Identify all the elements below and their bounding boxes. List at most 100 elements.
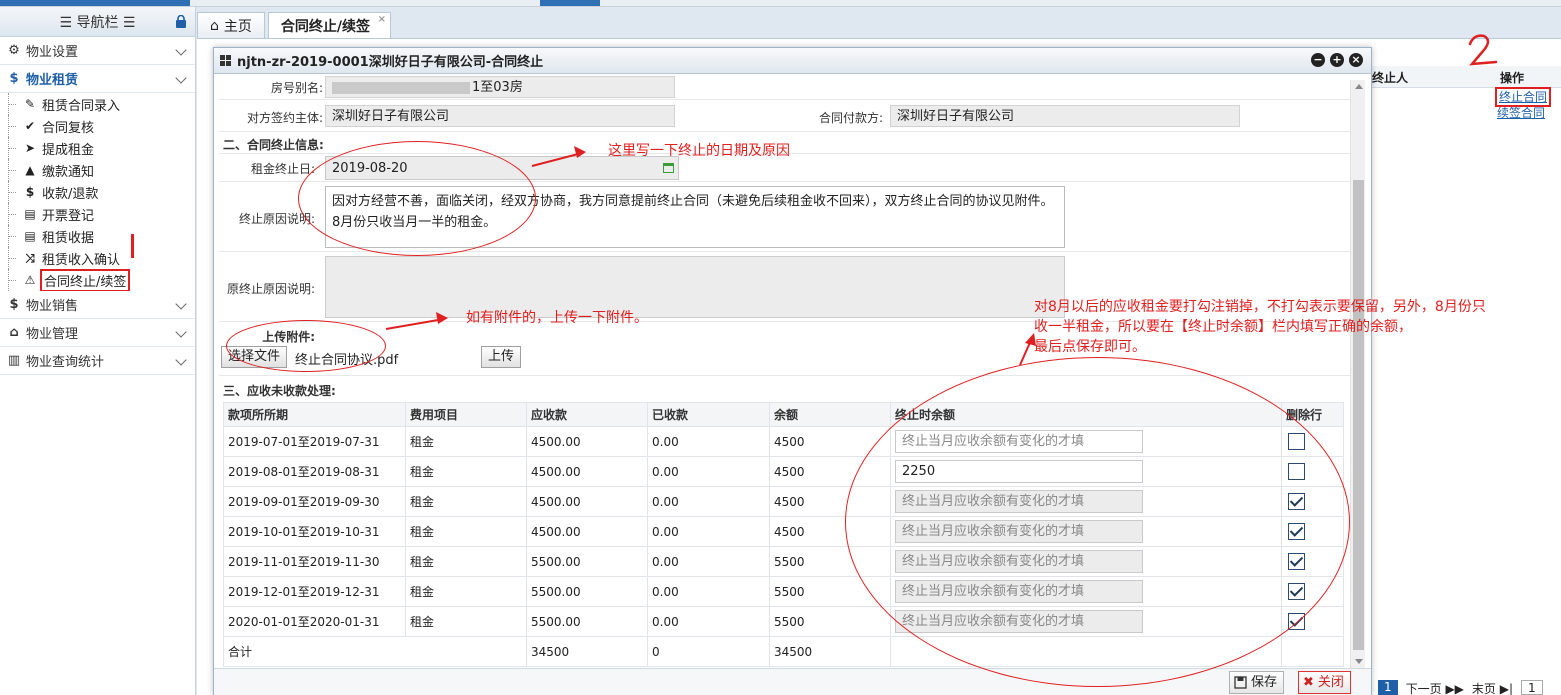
gear-icon: ⚙: [8, 43, 20, 58]
dollar-icon: $: [9, 297, 19, 312]
tab-home[interactable]: ⌂ 主页: [197, 12, 265, 38]
close-button[interactable]: ✖ 关闭: [1298, 671, 1351, 694]
chevron-down-icon: [175, 354, 187, 366]
payer-field: 深圳好日子有限公司: [890, 105, 1240, 127]
sidebar-item-contract-terminate[interactable]: ⚠ 合同终止/续签: [8, 268, 195, 292]
menu-group-label: 物业设置: [26, 45, 79, 60]
save-icon: [1234, 676, 1247, 689]
file-icon: ▤: [24, 229, 36, 243]
scroll-thumb[interactable]: [1353, 180, 1364, 650]
menu-group-management[interactable]: ⌂ 物业管理: [0, 319, 195, 347]
file-icon: ▤: [24, 207, 36, 221]
row-room-alias: 房号别名: 1至03房: [219, 76, 1350, 100]
due-cell: 4500.00: [526, 456, 648, 487]
room-alias-field: 1至03房: [325, 76, 675, 98]
period-cell: 2019-11-01至2019-11-30: [223, 546, 406, 577]
paid-cell: 0.00: [647, 426, 770, 457]
sidebar-item-contract-review[interactable]: ✔ 合同复核: [8, 115, 195, 137]
row-counterparty: 对方签约主体: 深圳好日子有限公司 合同付款方: 深圳好日子有限公司: [219, 100, 1350, 132]
period-cell: 2019-10-01至2019-10-31: [223, 516, 406, 547]
leasing-submenu: ✎ 租赁合同录入 ✔ 合同复核 ➤ 提成租金 ▲ 缴款通知 $ 收款/退款 ▤ 开票登记 ▤…: [0, 93, 195, 292]
shuffle-icon: ⤨: [25, 250, 35, 265]
sidebar-item-receipt-refund[interactable]: $ 收款/退款: [8, 181, 195, 203]
due-cell: 4500.00: [526, 486, 648, 517]
maximize-icon[interactable]: +: [1330, 53, 1344, 67]
item-cell: 租金: [405, 426, 527, 457]
page-last[interactable]: 末页 ▶|: [1472, 680, 1513, 695]
pencil-icon: ✎: [24, 97, 36, 111]
due-cell: 5500.00: [526, 576, 648, 607]
item-cell: 租金: [405, 546, 527, 577]
page-input[interactable]: 1: [1521, 680, 1543, 695]
annotation-mark: [131, 234, 134, 258]
check-icon: ✔: [24, 119, 36, 133]
due-cell: 4500.00: [526, 516, 648, 547]
send-icon: ➤: [24, 141, 36, 155]
renew-contract-link[interactable]: 续签合同: [1497, 105, 1549, 121]
menu-group-label: 物业管理: [26, 327, 79, 342]
pager: 1 下一页 ▶▶ 末页 ▶| 1: [1378, 680, 1551, 695]
sidebar-item-income-confirm[interactable]: ⤨ 租赁收入确认: [8, 247, 195, 269]
paid-cell: 0.00: [647, 546, 770, 577]
menu-group-label: 物业租赁: [26, 73, 79, 88]
scroll-up-icon[interactable]: [1355, 84, 1363, 89]
dialog-header: njtn-zr-2019-0001深圳好日子有限公司-合同终止 − + ×: [214, 48, 1371, 74]
menu-group-label: 物业销售: [26, 299, 79, 314]
page-current[interactable]: 1: [1378, 680, 1398, 695]
chevron-down-icon: [175, 44, 187, 56]
menu-group-sales[interactable]: $ 物业销售: [0, 291, 195, 319]
paid-cell: 0.00: [647, 486, 770, 517]
menu-group-leasing[interactable]: $ 物业租赁: [0, 65, 195, 93]
home-icon: ⌂: [210, 17, 219, 34]
close-icon[interactable]: ×: [378, 14, 386, 25]
bar-chart-icon: ▥: [7, 353, 21, 368]
row-operations: 终止合同 续签合同: [1494, 87, 1552, 121]
bank-icon: ⌂: [9, 325, 19, 340]
period-cell: 2019-12-01至2019-12-31: [223, 576, 406, 607]
grid-icon: [220, 55, 231, 66]
sidebar-item-contract-entry[interactable]: ✎ 租赁合同录入: [8, 93, 195, 115]
sidebar-item-payment-notice[interactable]: ▲ 缴款通知: [8, 159, 195, 181]
terminate-contract-link[interactable]: 终止合同: [1494, 87, 1552, 107]
due-cell: 4500.00: [526, 426, 648, 457]
paid-cell: 0.00: [647, 576, 770, 607]
paid-cell: 0.00: [647, 456, 770, 487]
orig-reason-textarea: [325, 256, 1065, 318]
dollar-icon: $: [25, 185, 35, 199]
item-cell: 租金: [405, 576, 527, 607]
chevron-down-icon: [175, 326, 187, 338]
menu-group-statistics[interactable]: ▥ 物业查询统计: [0, 347, 195, 375]
chevron-down-icon: [175, 72, 187, 84]
tab-bar: ⌂ 主页 合同终止/续签 ×: [197, 12, 394, 38]
sidebar-item-invoice-register[interactable]: ▤ 开票登记: [8, 203, 195, 225]
tab-contract-terminate[interactable]: 合同终止/续签 ×: [267, 12, 392, 38]
lock-icon[interactable]: [175, 15, 187, 28]
close-icon[interactable]: ×: [1349, 53, 1363, 67]
scroll-down-icon[interactable]: [1355, 659, 1363, 664]
chevron-down-icon: [175, 298, 187, 310]
page-next[interactable]: 下一页 ▶▶: [1406, 680, 1464, 695]
sidebar: ☰ 导航栏 ☰ ⚙ 物业设置 $ 物业租赁 ✎ 租赁合同录入 ✔ 合同复核 ➤ 提成租…: [0, 7, 196, 695]
annotation-oval-1: [298, 141, 536, 256]
menu-group-label: 物业查询统计: [26, 355, 105, 370]
upload-button[interactable]: 上传: [481, 346, 522, 368]
close-icon: ✖: [1303, 675, 1314, 690]
due-cell: 5500.00: [526, 546, 648, 577]
due-cell: 5500.00: [526, 606, 648, 637]
save-button[interactable]: 保存: [1229, 671, 1285, 694]
menu-group-settings[interactable]: ⚙ 物业设置: [0, 37, 195, 65]
calendar-icon[interactable]: [663, 163, 674, 173]
item-cell: 租金: [405, 486, 527, 517]
nav-title-text: ☰ 导航栏 ☰: [59, 14, 136, 31]
period-cell: 2019-07-01至2019-07-31: [223, 426, 406, 457]
minimize-icon[interactable]: −: [1311, 53, 1325, 67]
dialog-scrollbar[interactable]: [1350, 80, 1365, 668]
annotation-oval-2: [226, 320, 386, 372]
sidebar-item-lease-receipt[interactable]: ▤ 租赁收据: [8, 225, 195, 247]
sidebar-item-commission-rent[interactable]: ➤ 提成租金: [8, 137, 195, 159]
blurred-text: [332, 81, 470, 94]
dialog-title: njtn-zr-2019-0001深圳好日子有限公司-合同终止: [237, 55, 544, 70]
annotation-text-3: 对8月以后的应收租金要打勾注销掉，不打勾表示要保留，另外，8月份只 收一半租金，…: [1034, 299, 1486, 355]
paid-cell: 0.00: [647, 606, 770, 637]
balance-cell: 5500: [769, 606, 891, 637]
